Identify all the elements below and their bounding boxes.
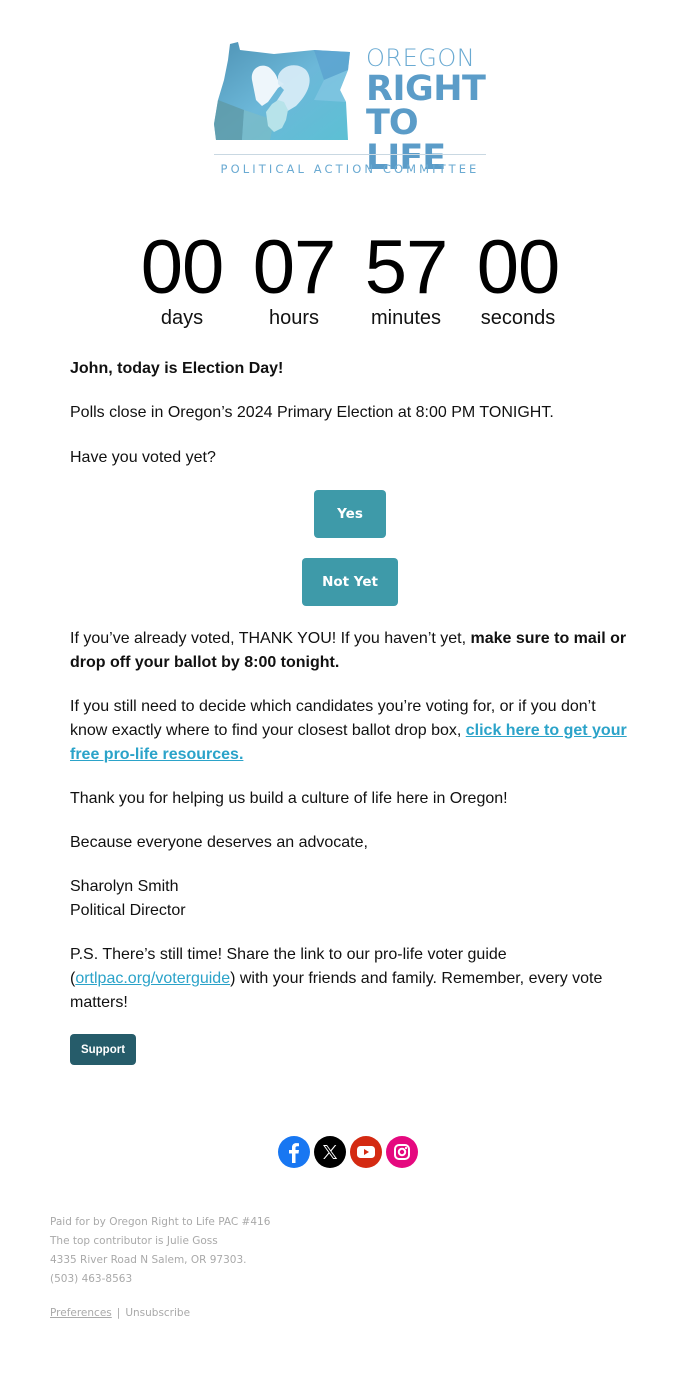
footer-line: 4335 River Road N Salem, OR 97303. xyxy=(50,1254,247,1266)
preferences-link[interactable]: Preferences xyxy=(50,1307,112,1319)
countdown-label: days xyxy=(160,307,204,329)
countdown-seconds: 00 seconds xyxy=(462,225,574,330)
email-body: John, today is Election Day! Polls close… xyxy=(70,356,635,1015)
countdown-value: 00 xyxy=(140,225,225,310)
footer-disclaimer: Paid for by Oregon Right to Life PAC #41… xyxy=(50,1213,270,1289)
youtube-link[interactable] xyxy=(350,1136,382,1168)
voter-guide-link[interactable]: ortlpac.org/voterguide xyxy=(75,970,230,987)
logo-right: RIGHT xyxy=(366,69,486,109)
logo-wordmark: OREGON RIGHT TO LIFE xyxy=(366,46,486,176)
yes-button[interactable]: Yes xyxy=(314,490,386,538)
greeting: John, today is Election Day! xyxy=(70,360,284,377)
voted-question: Have you voted yet? xyxy=(70,449,216,466)
polls-close-text: Polls close in Oregon’s 2024 Primary Ele… xyxy=(70,404,554,421)
already-voted-paragraph: If you’ve already voted, THANK YOU! If y… xyxy=(70,627,635,675)
countdown-label: minutes xyxy=(370,307,442,329)
footer-line: The top contributor is Julie Goss xyxy=(50,1235,218,1247)
signer-title: Political Director xyxy=(70,902,186,919)
logo-tagline: POLITICAL ACTION COMMITTEE xyxy=(220,162,480,176)
countdown-label: seconds xyxy=(480,307,556,329)
unsubscribe-link[interactable]: Unsubscribe xyxy=(125,1307,190,1319)
footer-links: Preferences | Unsubscribe xyxy=(50,1307,190,1319)
culture-text: Thank you for helping us build a culture… xyxy=(70,790,508,807)
instagram-link[interactable] xyxy=(386,1136,418,1168)
oregon-map-icon xyxy=(214,42,350,140)
instagram-icon xyxy=(394,1144,410,1160)
x-icon xyxy=(323,1145,338,1159)
youtube-icon xyxy=(357,1146,375,1158)
countdown-value: 00 xyxy=(476,225,561,310)
not-yet-button[interactable]: Not Yet xyxy=(302,558,398,606)
already-voted-text: If you’ve already voted, THANK YOU! If y… xyxy=(70,630,471,647)
countdown-label: hours xyxy=(268,307,320,329)
countdown-timer: 00 days 07 hours 57 minutes 00 seconds xyxy=(126,225,574,330)
facebook-link[interactable] xyxy=(278,1136,310,1168)
countdown-days: 00 days xyxy=(126,225,238,330)
x-link[interactable] xyxy=(314,1136,346,1168)
footer-line: (503) 463-8563 xyxy=(50,1273,133,1285)
closing-text: Because everyone deserves an advocate, xyxy=(70,834,368,851)
countdown-value: 07 xyxy=(252,225,337,310)
ps-paragraph: P.S. There’s still time! Share the link … xyxy=(70,943,635,1015)
social-links xyxy=(278,1136,418,1168)
footer-separator: | xyxy=(116,1307,121,1319)
logo-divider xyxy=(214,154,486,155)
support-button[interactable]: Support xyxy=(70,1034,136,1065)
countdown-value: 57 xyxy=(364,225,449,310)
logo-oregon: OREGON xyxy=(366,44,476,72)
signer-name: Sharolyn Smith xyxy=(70,878,179,895)
countdown-hours: 07 hours xyxy=(238,225,350,330)
facebook-icon xyxy=(289,1143,299,1163)
resources-paragraph: If you still need to decide which candid… xyxy=(70,695,635,767)
countdown-minutes: 57 minutes xyxy=(350,225,462,330)
footer-line: Paid for by Oregon Right to Life PAC #41… xyxy=(50,1216,271,1228)
org-logo: OREGON RIGHT TO LIFE POLITICAL ACTION CO… xyxy=(214,40,486,180)
